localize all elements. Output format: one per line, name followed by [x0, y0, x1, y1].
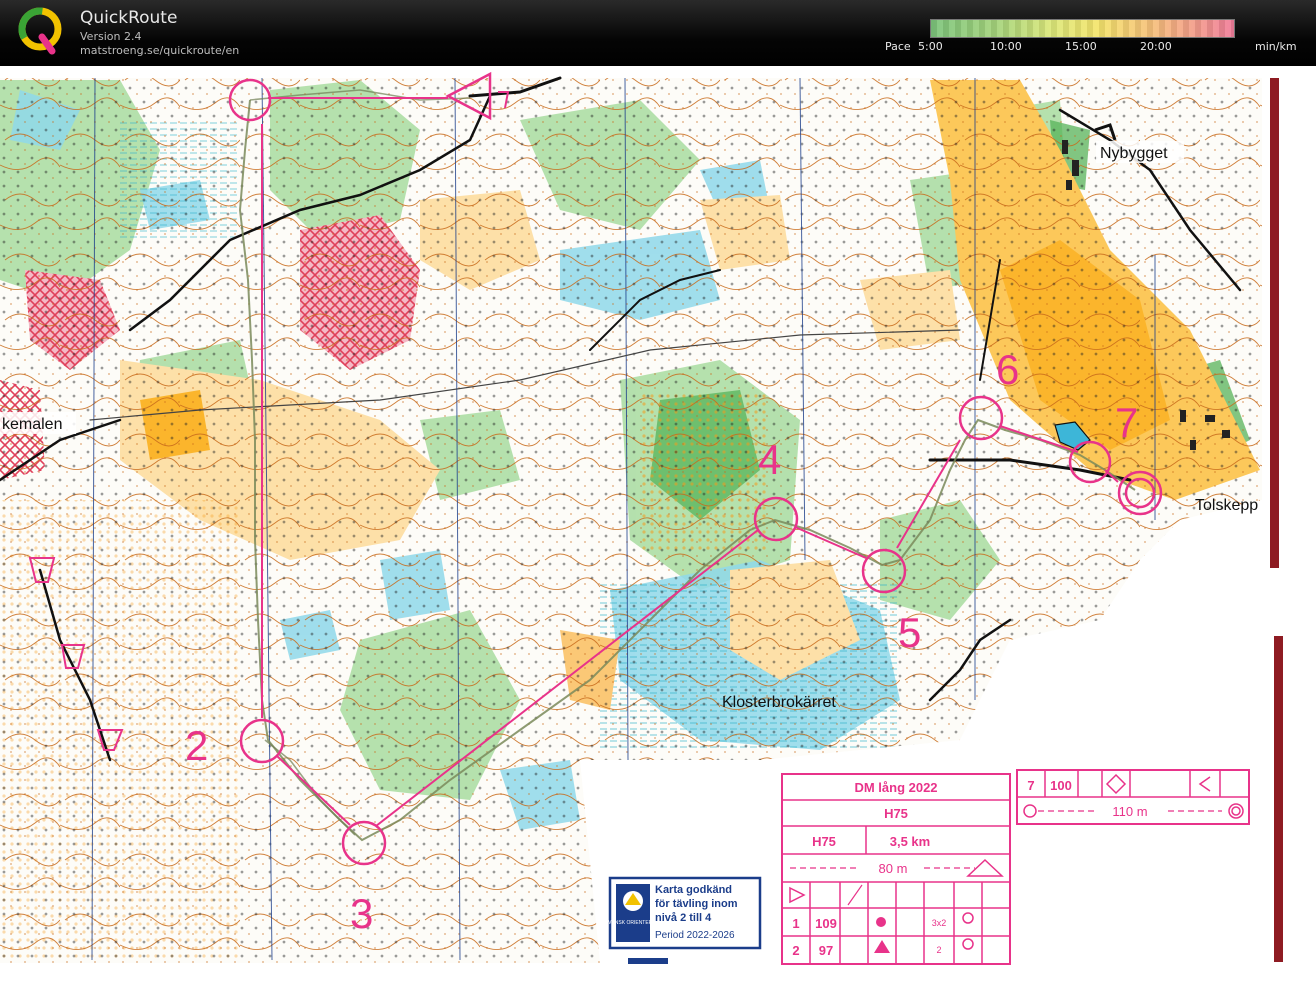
- badge-line-1: Karta godkänd: [655, 884, 732, 896]
- app-url[interactable]: matstroeng.se/quickroute/en: [80, 44, 239, 57]
- card-class-2: H75: [812, 834, 836, 849]
- card-row-2-code: 97: [819, 943, 833, 958]
- card-row-1-sym: 3x2: [932, 918, 947, 928]
- place-name-kemalen: kemalen: [2, 416, 62, 433]
- place-name-klosterbrokarret: Klosterbrokärret: [722, 694, 836, 711]
- place-name-nybygget: Nybygget: [1100, 145, 1168, 162]
- card-row-1-code: 109: [815, 916, 837, 931]
- app-version: Version 2.4: [80, 30, 142, 43]
- pace-tick-5: 5:00: [918, 40, 943, 53]
- finish-control: 7: [1027, 778, 1034, 793]
- quickroute-logo-icon: [18, 7, 62, 55]
- pace-label: Pace: [885, 40, 911, 53]
- pace-tick-10: 10:00: [990, 40, 1022, 53]
- control-number-5: 5: [898, 609, 921, 656]
- margin-bar-bottom: [1274, 636, 1283, 962]
- app-title: QuickRoute: [80, 8, 178, 28]
- badge-line-2: för tävling inom: [655, 898, 738, 910]
- scale-bar-fragment: [628, 958, 668, 964]
- map-viewport[interactable]: 2 3 4 5 6 7 Nybygget Tolskepp Klosterbro…: [0, 66, 1316, 997]
- control-number-4: 4: [758, 436, 781, 483]
- card-row-2-sym: 2: [936, 945, 941, 955]
- finish-dist: 110 m: [1112, 804, 1147, 819]
- place-name-tolskepp: Tolskepp: [1195, 497, 1258, 514]
- pace-tick-15: 15:00: [1065, 40, 1097, 53]
- orienteering-map[interactable]: 2 3 4 5 6 7 Nybygget Tolskepp Klosterbro…: [0, 66, 1316, 997]
- course-description-card: DM lång 2022 H75 H75 3,5 km 80 m 1 109 3…: [781, 773, 1011, 965]
- control-number-2: 2: [185, 722, 208, 769]
- pace-color-scale: [930, 19, 1235, 38]
- app-header: QuickRoute Version 2.4 matstroeng.se/qui…: [0, 0, 1316, 66]
- pace-unit: min/km: [1255, 40, 1297, 53]
- card-length: 3,5 km: [890, 834, 930, 849]
- finish-description-card: 7 100 110 m: [1016, 769, 1250, 825]
- margin-bar-top: [1270, 78, 1279, 568]
- pace-tick-20: 20:00: [1140, 40, 1172, 53]
- control-number-3: 3: [350, 890, 373, 937]
- badge-logo-text: SVENSK ORIENTERING: [605, 920, 662, 926]
- card-row-2-num: 2: [792, 943, 799, 958]
- finish-code: 100: [1050, 778, 1072, 793]
- control-number-7: 7: [1115, 399, 1138, 446]
- card-start-dist: 80 m: [879, 861, 908, 876]
- map-approval-badge: SVENSK ORIENTERING Karta godkänd för täv…: [605, 876, 762, 950]
- card-event: DM lång 2022: [854, 780, 937, 795]
- card-row-1-num: 1: [792, 916, 799, 931]
- control-number-6: 6: [996, 346, 1019, 393]
- card-class: H75: [884, 806, 908, 821]
- badge-line-4: Period 2022-2026: [655, 930, 735, 941]
- badge-line-3: nivå 2 till 4: [655, 912, 712, 924]
